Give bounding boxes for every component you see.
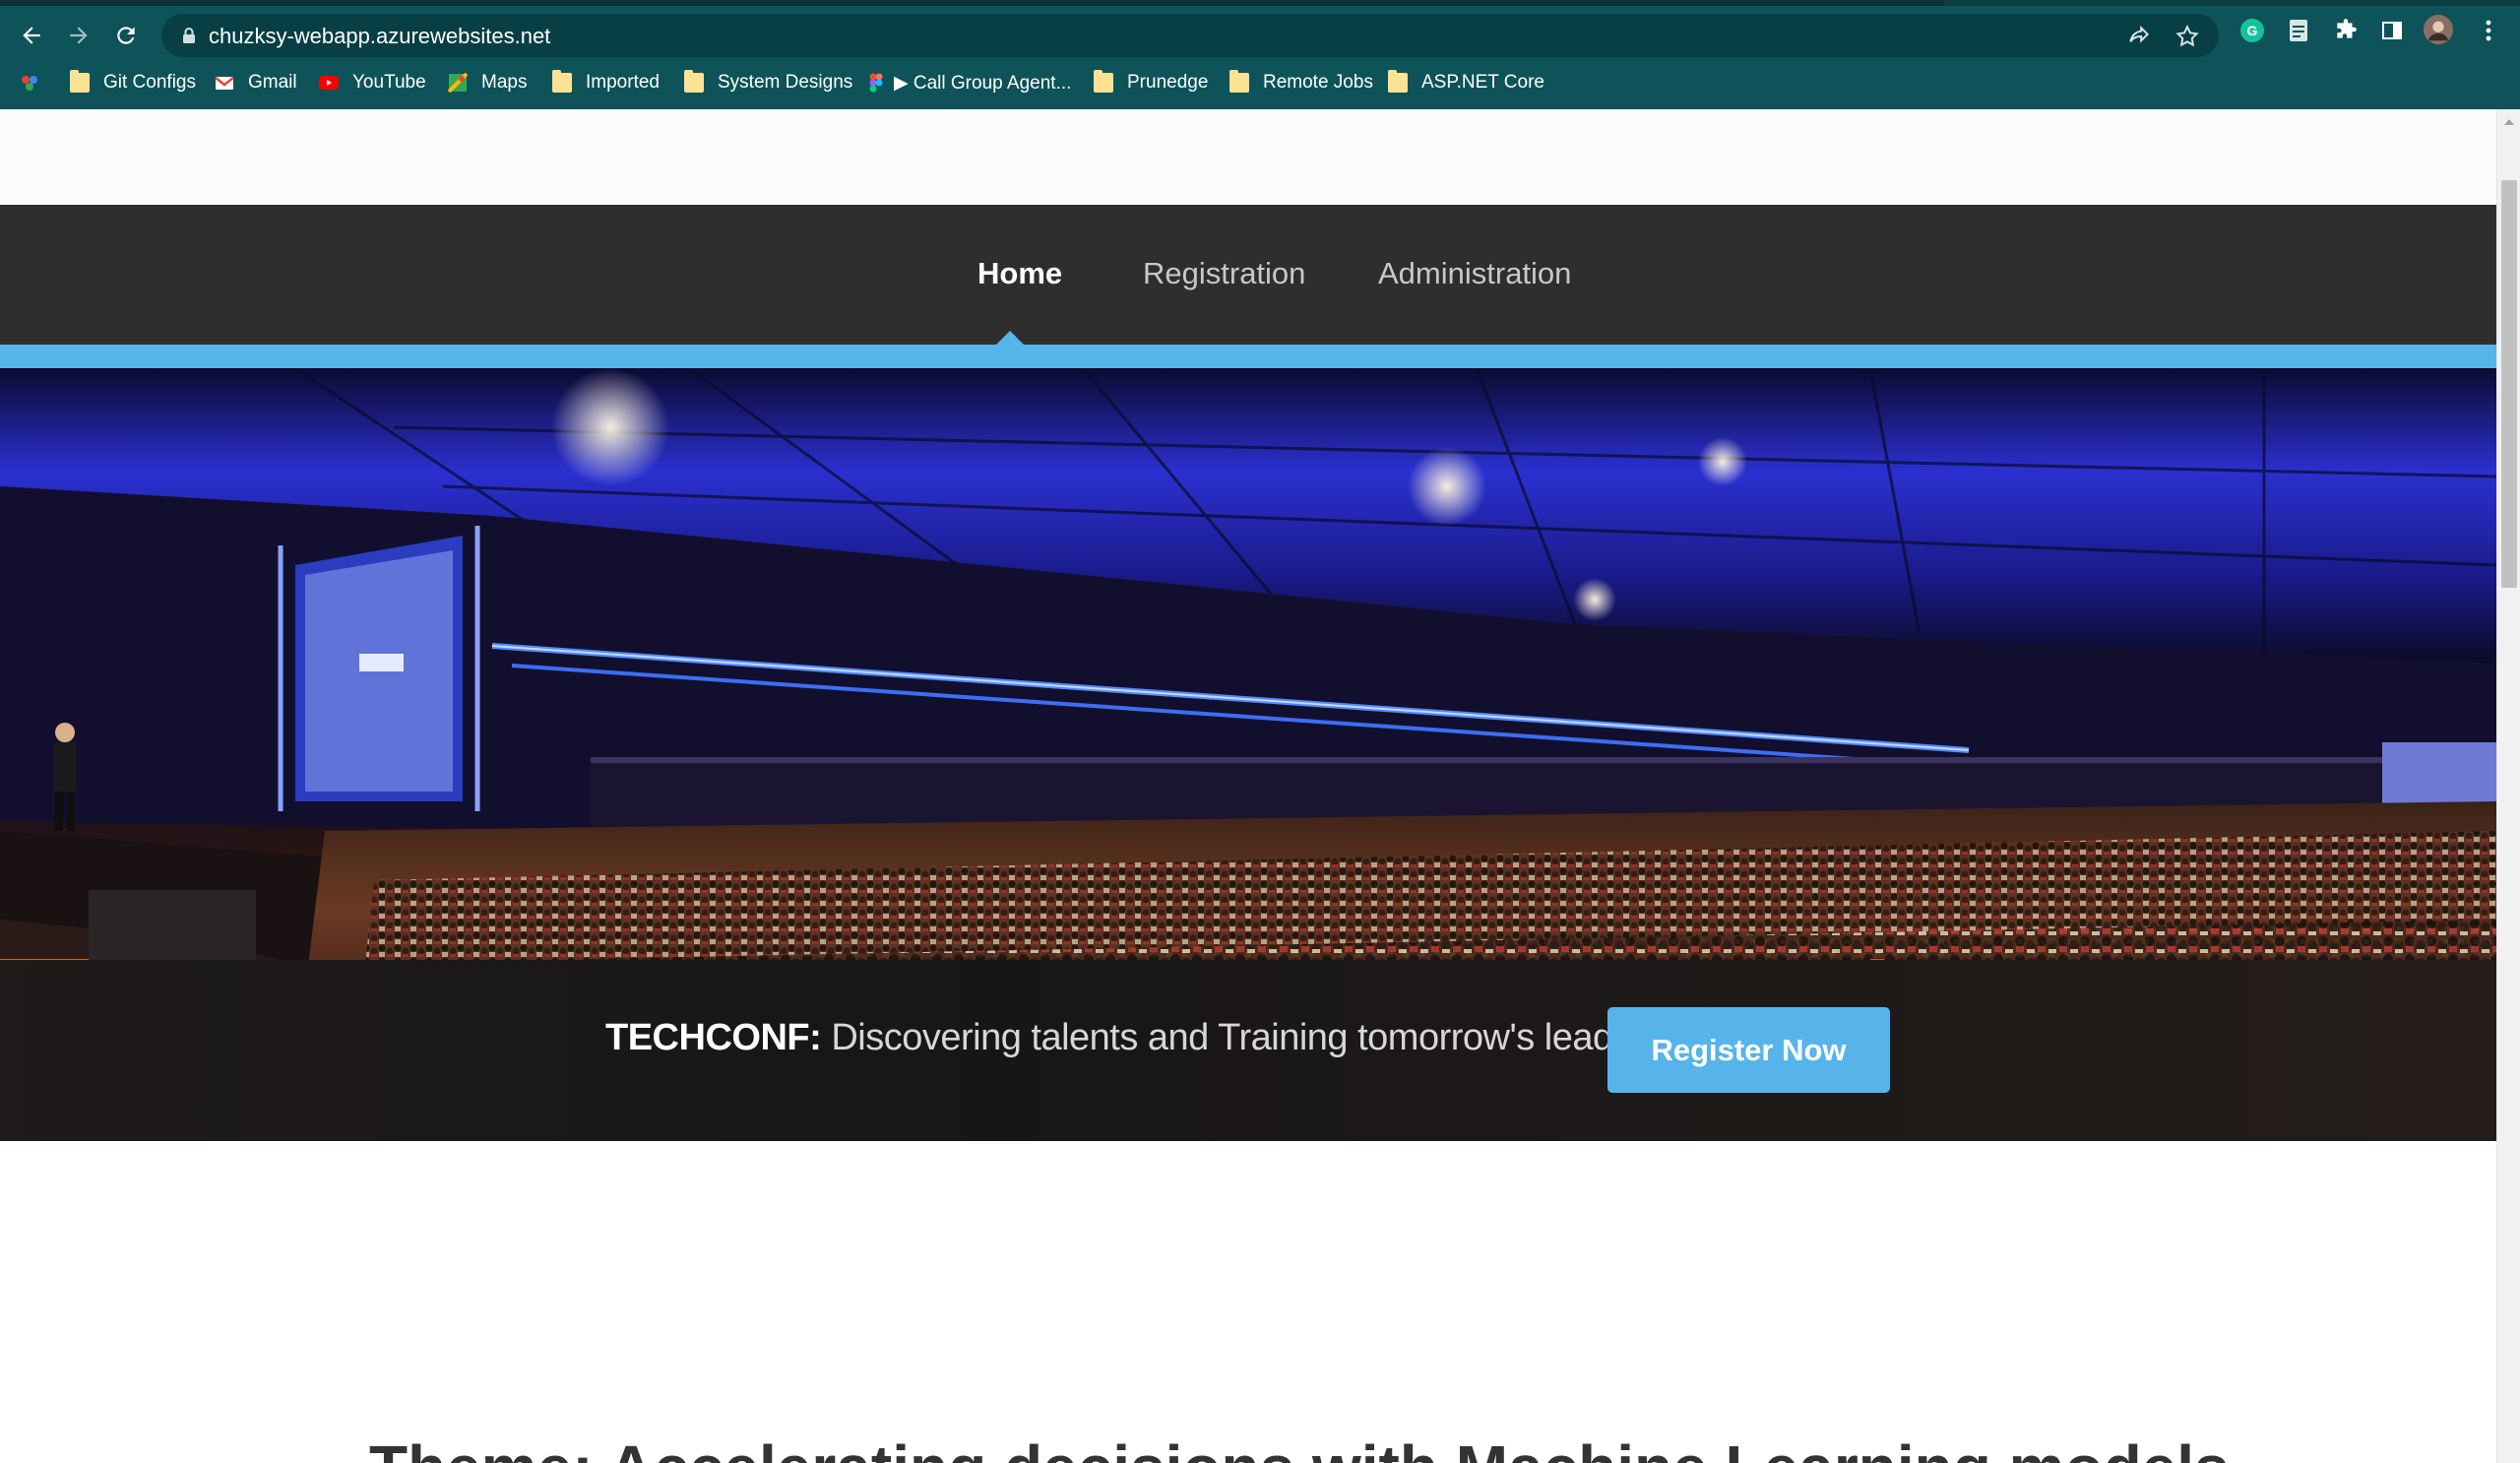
active-nav-indicator (996, 331, 1024, 345)
bookmark-aspnet-core[interactable]: ASP.NET Core (1388, 67, 1544, 98)
url-text: chuzksy-webapp.azurewebsites.net (209, 24, 551, 48)
scrollbar-thumb[interactable] (2501, 180, 2517, 588)
folder-icon (1094, 70, 1113, 93)
bookmark-label: Gmail (248, 72, 297, 93)
bookmark-label: ASP.NET Core (1421, 72, 1544, 93)
avatar[interactable] (2424, 15, 2453, 44)
bookmark-label: System Designs (718, 72, 853, 93)
reload-icon (117, 27, 135, 44)
page-load-indicator (0, 0, 1944, 6)
bookmark-remote-jobs[interactable]: Remote Jobs (1229, 67, 1373, 98)
bookmark-label: Maps (481, 72, 528, 93)
menu-kebab-icon[interactable] (2474, 16, 2503, 45)
reload-button[interactable] (106, 16, 146, 55)
main-navbar: Home Registration Administration (0, 205, 2496, 345)
bookmark-youtube[interactable]: YouTube (319, 67, 426, 98)
nav-home[interactable]: Home (977, 256, 1062, 291)
nav-registration[interactable]: Registration (1143, 256, 1305, 291)
bookmark-system-designs[interactable]: System Designs (684, 67, 852, 98)
accent-bar (0, 345, 2496, 368)
extensions-puzzle-icon[interactable] (2331, 16, 2361, 45)
bookmark-gmail[interactable]: Gmail (215, 67, 297, 98)
page-header-strip (0, 109, 2496, 205)
youtube-icon (319, 76, 339, 90)
nav-administration[interactable]: Administration (1378, 256, 1571, 291)
extension-doc-icon[interactable] (2284, 16, 2313, 45)
maps-icon (448, 73, 468, 93)
bookmark-call-group-agent[interactable]: ▶ Call Group Agent... (866, 67, 1071, 98)
banner-tagline: TECHCONF: Discovering talents and Traini… (605, 1017, 1664, 1059)
scroll-up-arrow-icon[interactable] (2504, 119, 2514, 125)
figma-icon (869, 73, 883, 93)
tab-strip (0, 0, 2520, 6)
bookmark-label: Remote Jobs (1263, 72, 1373, 93)
theme-heading: Theme: Accelerating decisions with Machi… (369, 1431, 2230, 1463)
bookmark-label: Prunedge (1127, 72, 1209, 93)
cta-banner: TECHCONF: Discovering talents and Traini… (0, 960, 2496, 1141)
folder-icon (684, 70, 704, 93)
bookmark-prunedge[interactable]: Prunedge (1094, 67, 1208, 98)
bookmark-label: Imported (586, 72, 660, 93)
lock-icon (183, 28, 195, 43)
bookmark-label: Git Configs (103, 72, 196, 93)
browser-chrome: chuzksy-webapp.azurewebsites.net G Git C… (0, 0, 2520, 109)
folder-icon (552, 70, 572, 93)
share-icon[interactable] (2126, 24, 2152, 49)
svg-text:G: G (2247, 23, 2258, 38)
apps-icon (22, 76, 37, 91)
arrow-right-icon (70, 27, 88, 44)
browser-toolbar: chuzksy-webapp.azurewebsites.net G (0, 10, 2520, 59)
bookmark-git-configs[interactable]: Git Configs (70, 67, 196, 98)
side-panel-icon[interactable] (2377, 16, 2407, 45)
back-button[interactable] (12, 16, 51, 55)
bookmark-imported[interactable]: Imported (552, 67, 660, 98)
folder-icon (1388, 70, 1408, 93)
page-viewport: Home Registration Administration TECHCON… (0, 109, 2496, 1463)
bookmark-star-icon[interactable] (2174, 24, 2200, 49)
tagline-text: Discovering talents and Training tomorro… (821, 1017, 1664, 1058)
bookmarks-bar: Git Configs Gmail YouTube Maps Imported … (0, 63, 2520, 102)
bookmark-label: ▶ Call Group Agent... (894, 72, 1072, 94)
folder-icon (1229, 70, 1249, 93)
bookmark-label: YouTube (352, 72, 426, 93)
brand-name: TECHCONF: (605, 1017, 822, 1058)
gmail-icon (215, 77, 234, 90)
arrow-left-icon (23, 27, 40, 44)
bookmark-apps[interactable] (20, 67, 53, 98)
register-now-button[interactable]: Register Now (1607, 1007, 1890, 1093)
address-bar[interactable]: chuzksy-webapp.azurewebsites.net (161, 14, 2219, 57)
forward-button[interactable] (59, 16, 98, 55)
page-scrollbar[interactable] (2496, 109, 2520, 1463)
grammarly-icon[interactable]: G (2237, 16, 2267, 45)
bookmark-maps[interactable]: Maps (448, 67, 527, 98)
folder-icon (70, 70, 90, 93)
